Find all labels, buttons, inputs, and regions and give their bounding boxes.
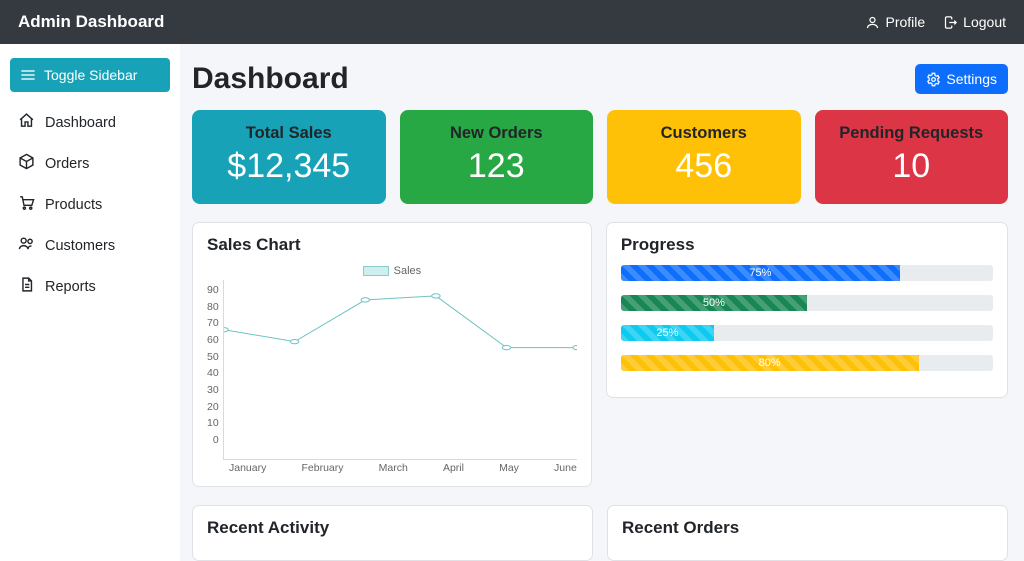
profile-label: Profile [885, 14, 925, 30]
y-tick: 10 [207, 417, 219, 429]
kpi-title: Customers [615, 124, 793, 143]
y-tick: 70 [207, 317, 219, 329]
recent-activity-card: Recent Activity [192, 505, 593, 561]
progress-bar: 25% [621, 325, 993, 341]
x-tick: February [301, 462, 343, 474]
kpi-value: 456 [615, 147, 793, 186]
y-axis: 90 80 70 60 50 40 30 20 10 0 [207, 280, 223, 460]
sales-line [224, 280, 577, 459]
kpi-card: New Orders 123 [400, 110, 594, 204]
sidebar-item-orders[interactable]: Orders [10, 143, 170, 184]
x-axis: January February March April May June [229, 462, 577, 474]
logout-label: Logout [963, 14, 1006, 30]
toggle-label: Toggle Sidebar [44, 67, 137, 83]
sidebar-item-label: Reports [45, 279, 96, 295]
sidebar: Toggle Sidebar Dashboard Orders Products Cu… [0, 44, 180, 561]
settings-button[interactable]: Settings [915, 64, 1008, 94]
sidebar-item-reports[interactable]: Reports [10, 266, 170, 307]
legend-label: Sales [394, 265, 422, 277]
cart-icon [18, 194, 35, 215]
toggle-sidebar-button[interactable]: Toggle Sidebar [10, 58, 170, 92]
legend-swatch [363, 266, 389, 276]
menu-icon [20, 69, 36, 81]
y-tick: 40 [207, 367, 219, 379]
y-tick: 0 [207, 434, 219, 446]
sidebar-item-products[interactable]: Products [10, 184, 170, 225]
gear-icon [926, 72, 941, 87]
middle-row: Sales Chart Sales 90 80 70 60 50 40 30 20 10 0 Ja… [192, 222, 1008, 487]
progress-list: 75% 50% 25% 80% [621, 265, 993, 371]
box-icon [18, 153, 35, 174]
kpi-row: Total Sales $12,345 New Orders 123 Customers… [192, 110, 1008, 204]
sidebar-item-dashboard[interactable]: Dashboard [10, 102, 170, 143]
page-title: Dashboard [192, 62, 349, 96]
sidebar-item-label: Customers [45, 238, 115, 254]
x-tick: January [229, 462, 266, 474]
topbar: Admin Dashboard Profile Logout [0, 0, 1024, 44]
kpi-title: New Orders [408, 124, 586, 143]
progress-fill: 25% [621, 325, 714, 341]
topbar-right: Profile Logout [865, 14, 1006, 30]
progress-bar: 75% [621, 265, 993, 281]
plot-area [223, 280, 577, 460]
sidebar-item-label: Products [45, 197, 102, 213]
sidebar-item-label: Dashboard [45, 115, 116, 131]
logout-icon [943, 15, 958, 30]
page-header: Dashboard Settings [192, 62, 1008, 96]
y-tick: 20 [207, 401, 219, 413]
sales-chart-card: Sales Chart Sales 90 80 70 60 50 40 30 20 10 0 Ja… [192, 222, 592, 487]
kpi-title: Pending Requests [823, 124, 1001, 143]
sidebar-nav: Dashboard Orders Products Customers Reports [10, 102, 170, 307]
progress-title: Progress [621, 235, 993, 255]
profile-link[interactable]: Profile [865, 14, 925, 30]
kpi-card: Total Sales $12,345 [192, 110, 386, 204]
x-tick: May [499, 462, 519, 474]
y-tick: 90 [207, 284, 219, 296]
sidebar-item-label: Orders [45, 156, 89, 172]
progress-fill: 50% [621, 295, 807, 311]
progress-card: Progress 75% 50% 25% 80% [606, 222, 1008, 398]
x-tick: March [379, 462, 408, 474]
y-tick: 50 [207, 351, 219, 363]
chart-area: 90 80 70 60 50 40 30 20 10 0 [207, 280, 577, 460]
person-icon [865, 15, 880, 30]
bottom-row: Recent Activity Recent Orders [192, 505, 1008, 561]
recent-activity-title: Recent Activity [207, 518, 578, 538]
progress-fill: 80% [621, 355, 919, 371]
recent-orders-title: Recent Orders [622, 518, 993, 538]
kpi-value: 123 [408, 147, 586, 186]
kpi-value: 10 [823, 147, 1001, 186]
file-icon [18, 276, 35, 297]
recent-orders-card: Recent Orders [607, 505, 1008, 561]
progress-bar: 50% [621, 295, 993, 311]
chart-card-title: Sales Chart [207, 235, 577, 255]
progress-bar: 80% [621, 355, 993, 371]
kpi-title: Total Sales [200, 124, 378, 143]
people-icon [18, 235, 35, 256]
sidebar-item-customers[interactable]: Customers [10, 225, 170, 266]
main-content: Dashboard Settings Total Sales $12,345 New… [180, 44, 1024, 561]
kpi-card: Customers 456 [607, 110, 801, 204]
brand-title: Admin Dashboard [18, 12, 164, 32]
kpi-card: Pending Requests 10 [815, 110, 1009, 204]
settings-label: Settings [946, 71, 997, 87]
x-tick: June [554, 462, 577, 474]
progress-fill: 75% [621, 265, 900, 281]
x-tick: April [443, 462, 464, 474]
kpi-value: $12,345 [200, 147, 378, 186]
home-icon [18, 112, 35, 133]
y-tick: 60 [207, 334, 219, 346]
chart-legend: Sales [207, 265, 577, 277]
y-tick: 80 [207, 301, 219, 313]
logout-link[interactable]: Logout [943, 14, 1006, 30]
y-tick: 30 [207, 384, 219, 396]
